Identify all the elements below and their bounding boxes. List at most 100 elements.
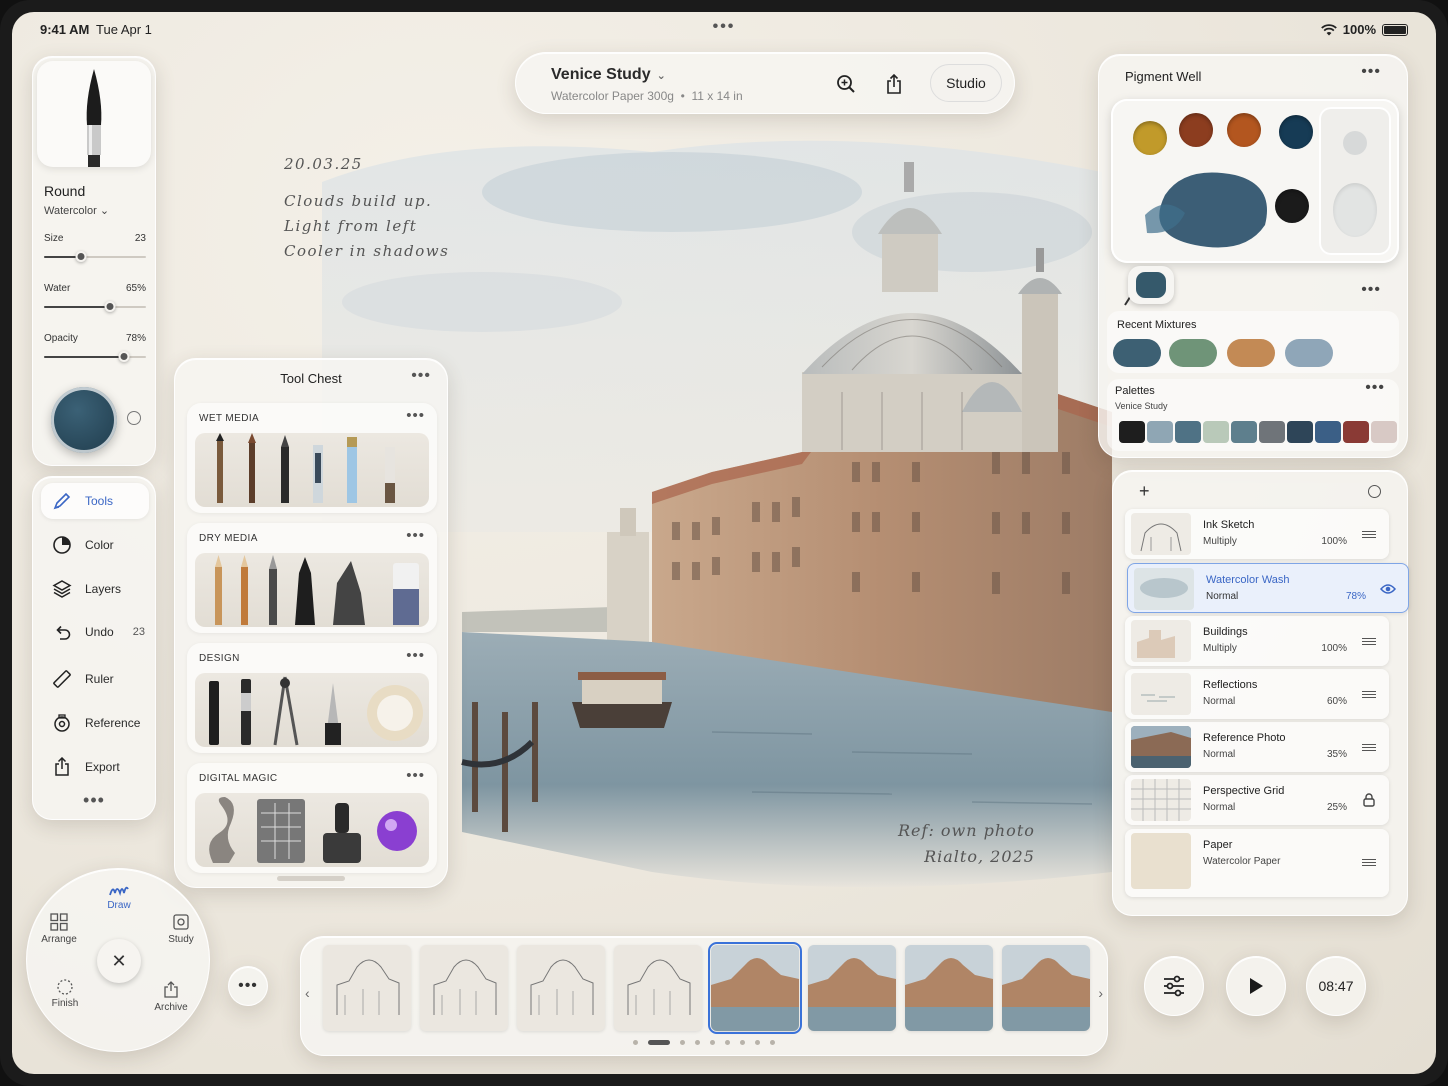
size-knob[interactable] bbox=[75, 251, 87, 262]
more-icon[interactable]: ••• bbox=[83, 790, 105, 811]
nav-item-layers[interactable]: Layers bbox=[41, 571, 149, 607]
palette-chip[interactable] bbox=[1315, 421, 1341, 443]
chevron-left-icon[interactable]: ‹ bbox=[305, 985, 310, 1001]
close-menu-button[interactable]: ✕ bbox=[97, 939, 141, 983]
layer-row[interactable]: Reference Photo Normal 35% bbox=[1125, 722, 1389, 772]
more-icon[interactable]: ••• bbox=[1365, 379, 1385, 397]
more-options-button[interactable]: ••• bbox=[228, 966, 268, 1006]
nav-item-tools[interactable]: Tools bbox=[41, 483, 149, 519]
palette-chip[interactable] bbox=[1119, 421, 1145, 443]
layer-row[interactable]: Perspective Grid Normal 25% bbox=[1125, 775, 1389, 825]
zoom-button[interactable] bbox=[832, 70, 860, 98]
timeline-frame-selected[interactable] bbox=[708, 942, 802, 1034]
radial-study[interactable]: Study bbox=[151, 913, 211, 945]
reorder-icon[interactable] bbox=[1361, 687, 1377, 701]
play-button[interactable] bbox=[1226, 956, 1286, 1016]
paint-palette[interactable] bbox=[1111, 99, 1399, 263]
more-icon[interactable]: ••• bbox=[406, 527, 425, 544]
water-well[interactable] bbox=[1319, 107, 1391, 255]
layer-row[interactable]: Paper Watercolor Paper bbox=[1125, 829, 1389, 897]
add-layer-plus-icon[interactable]: + bbox=[1139, 481, 1150, 502]
palette-chip[interactable] bbox=[1371, 421, 1397, 443]
page-dot[interactable] bbox=[695, 1040, 700, 1045]
timeline-frame[interactable] bbox=[905, 945, 993, 1031]
palette-chip[interactable] bbox=[1259, 421, 1285, 443]
nav-item-ruler[interactable]: Ruler bbox=[41, 661, 149, 697]
lock-icon[interactable] bbox=[1361, 793, 1377, 807]
palette-chip[interactable] bbox=[1147, 421, 1173, 443]
more-icon[interactable]: ••• bbox=[1361, 281, 1381, 299]
current-color-swatch[interactable] bbox=[51, 387, 117, 453]
share-button[interactable] bbox=[880, 70, 908, 98]
pigment-pan[interactable] bbox=[1279, 115, 1313, 149]
studio-button[interactable]: Studio bbox=[930, 64, 1002, 102]
reorder-icon[interactable] bbox=[1361, 855, 1377, 869]
palette-chip[interactable] bbox=[1343, 421, 1369, 443]
page-dot[interactable] bbox=[770, 1040, 775, 1045]
document-title-menu[interactable]: Venice Study ⌄ bbox=[551, 66, 666, 84]
page-dot[interactable] bbox=[633, 1040, 638, 1045]
nav-item-reference[interactable]: Reference bbox=[41, 705, 149, 741]
opacity-slider[interactable]: Opacity 78% bbox=[44, 333, 146, 362]
dry-media-tools[interactable] bbox=[195, 553, 429, 627]
opacity-knob[interactable] bbox=[118, 351, 130, 362]
water-slider[interactable]: Water 65% bbox=[44, 283, 146, 312]
reorder-icon[interactable] bbox=[1361, 527, 1377, 541]
timeline-frame[interactable] bbox=[420, 945, 508, 1031]
more-icon[interactable]: ••• bbox=[411, 367, 431, 385]
panel-resize-handle[interactable] bbox=[277, 876, 345, 881]
timeline-frame[interactable] bbox=[614, 945, 702, 1031]
adjustments-button[interactable] bbox=[1144, 956, 1204, 1016]
layer-row-selected[interactable]: Watercolor Wash Normal 78% bbox=[1127, 563, 1409, 613]
reorder-icon[interactable] bbox=[1361, 740, 1377, 754]
wet-media-tools[interactable] bbox=[195, 433, 429, 507]
layer-row[interactable]: Ink Sketch Multiply 100% bbox=[1125, 509, 1389, 559]
mixture-swatch[interactable] bbox=[1227, 339, 1275, 367]
page-dot[interactable] bbox=[725, 1040, 730, 1045]
radial-finish[interactable]: Finish bbox=[35, 979, 95, 1009]
palette-chip[interactable] bbox=[1231, 421, 1257, 443]
current-mixture-cup[interactable] bbox=[1128, 266, 1174, 304]
brush-preview[interactable] bbox=[37, 61, 151, 167]
layer-row[interactable]: Reflections Normal 60% bbox=[1125, 669, 1389, 719]
radial-archive[interactable]: Archive bbox=[141, 981, 201, 1013]
design-tools[interactable] bbox=[195, 673, 429, 747]
size-slider[interactable]: Size 23 bbox=[44, 233, 146, 262]
digital-magic-tools[interactable] bbox=[195, 793, 429, 867]
more-icon[interactable]: ••• bbox=[1361, 63, 1381, 81]
pigment-pan[interactable] bbox=[1227, 113, 1261, 147]
timeline-frame[interactable] bbox=[1002, 945, 1090, 1031]
page-dot[interactable] bbox=[710, 1040, 715, 1045]
nav-item-export[interactable]: Export bbox=[41, 749, 149, 785]
water-knob[interactable] bbox=[104, 301, 116, 312]
page-dot[interactable] bbox=[680, 1040, 685, 1045]
palette-chip[interactable] bbox=[1175, 421, 1201, 443]
sync-icon[interactable] bbox=[1368, 485, 1381, 498]
more-icon[interactable]: ••• bbox=[406, 647, 425, 664]
pigment-pan[interactable] bbox=[1133, 121, 1167, 155]
page-dot[interactable] bbox=[740, 1040, 745, 1045]
multitask-dots-icon[interactable]: ••• bbox=[713, 18, 736, 36]
chevron-right-icon[interactable]: › bbox=[1098, 985, 1103, 1001]
palette-chip[interactable] bbox=[1203, 421, 1229, 443]
nav-item-undo[interactable]: Undo 23 bbox=[41, 614, 149, 650]
eye-icon[interactable] bbox=[1380, 582, 1396, 596]
timeline-frame[interactable] bbox=[323, 945, 411, 1031]
page-dot[interactable] bbox=[648, 1040, 670, 1045]
mixture-swatch[interactable] bbox=[1113, 339, 1161, 367]
brush-type-menu[interactable]: Watercolor ⌄ bbox=[44, 204, 109, 217]
mixture-swatch[interactable] bbox=[1169, 339, 1217, 367]
more-icon[interactable]: ••• bbox=[406, 767, 425, 784]
color-picker-ring-icon[interactable] bbox=[127, 411, 141, 425]
radial-arrange[interactable]: Arrange bbox=[29, 913, 89, 945]
more-icon[interactable]: ••• bbox=[406, 407, 425, 424]
radial-draw[interactable]: Draw bbox=[89, 883, 149, 911]
page-dot[interactable] bbox=[755, 1040, 760, 1045]
pigment-pan[interactable] bbox=[1179, 113, 1213, 147]
layer-row[interactable]: Buildings Multiply 100% bbox=[1125, 616, 1389, 666]
reorder-icon[interactable] bbox=[1361, 634, 1377, 648]
palette-chip[interactable] bbox=[1287, 421, 1313, 443]
mixture-swatch[interactable] bbox=[1285, 339, 1333, 367]
timeline-frame[interactable] bbox=[808, 945, 896, 1031]
nav-item-color[interactable]: Color bbox=[41, 527, 149, 563]
